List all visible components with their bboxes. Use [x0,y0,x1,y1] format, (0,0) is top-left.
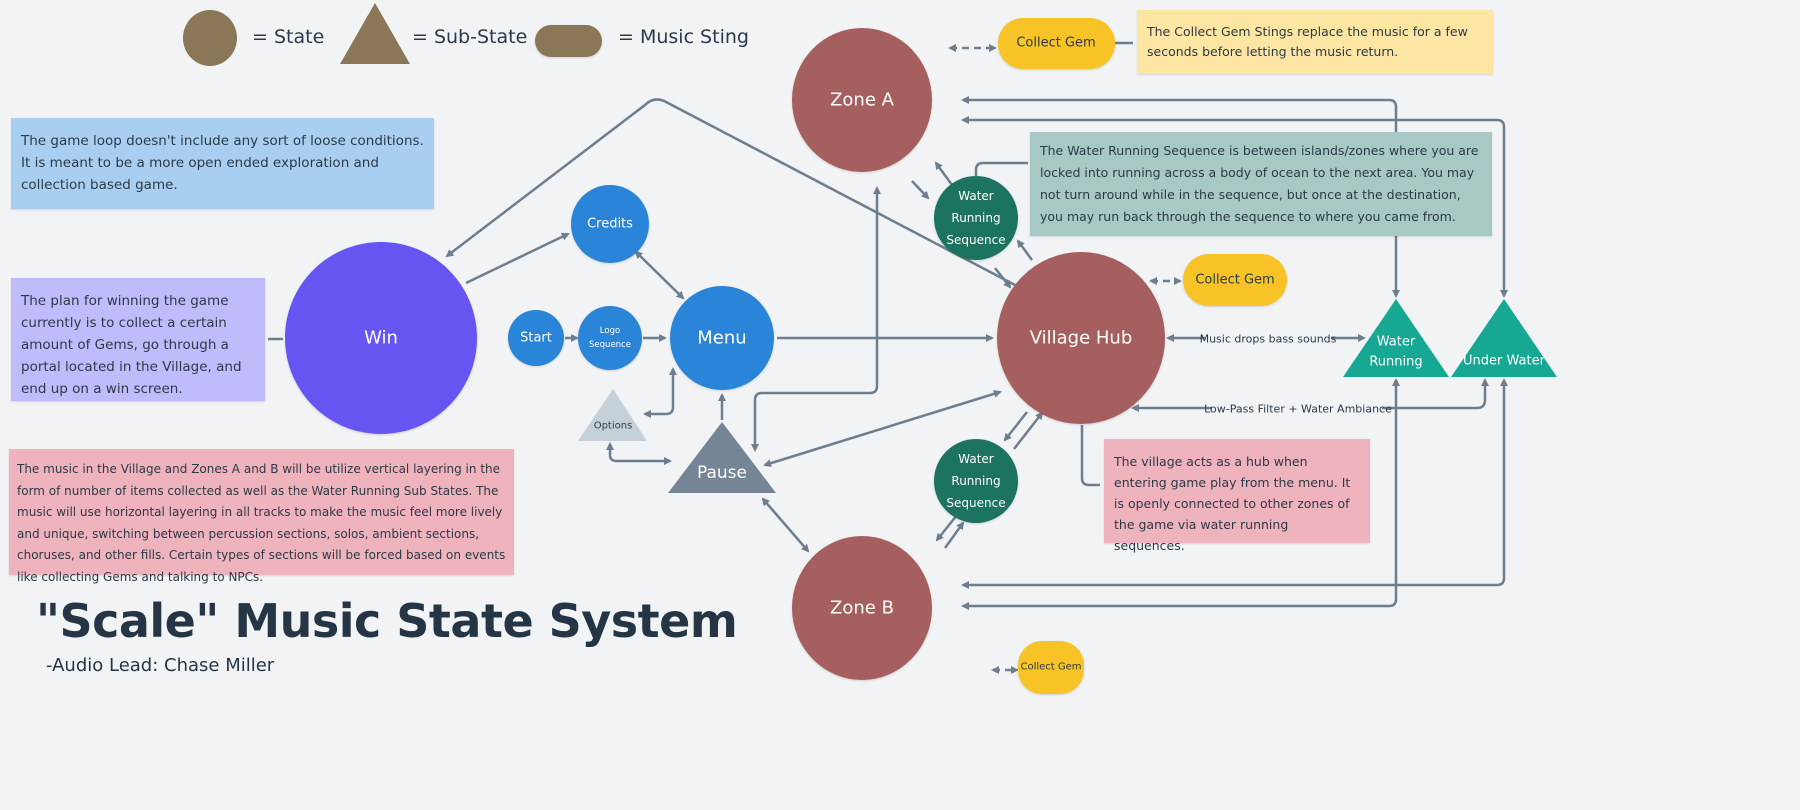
node-wrs-bottom-label-3: Sequence [946,496,1005,510]
node-zone-a-label: Zone A [830,90,895,111]
note-winning: The plan for winning the game currently … [11,278,265,401]
edge-win-credits [465,232,570,285]
node-logo-label-2: Sequence [589,340,631,350]
node-credits-label: Credits [587,217,633,232]
edge-options-menu [643,367,677,418]
note-collect-gem: The Collect Gem Stings replace the music… [1137,10,1493,74]
edge-wrs2-village [1013,411,1044,450]
node-zone-a[interactable]: Zone A [792,28,932,172]
node-collect-gem-zone-b[interactable]: Collect Gem [1018,641,1084,694]
edge-village-win [445,98,1016,287]
edge-wrsnote-wrs [974,161,1028,178]
node-start[interactable]: Start [508,310,564,366]
legend-sting-icon [535,25,602,57]
node-water-running-label-2: Running [1369,355,1422,370]
legend-state-label: = State [252,26,325,48]
node-options[interactable]: Options [578,389,647,441]
node-wrs-top-label-3: Sequence [946,233,1005,247]
node-start-label: Start [520,331,552,346]
node-village-hub[interactable]: Village Hub [997,252,1165,424]
note-layering: The music in the Village and Zones A and… [9,449,514,584]
edge-wrs1-village [994,267,1012,289]
edge-label-lowpass: Low-Pass Filter + Water Ambiance [1204,403,1392,416]
node-under-water-label: Under Water [1463,354,1546,369]
node-win[interactable]: Win [285,242,477,434]
node-collect-gem-village-label: Collect Gem [1195,273,1274,288]
node-pause-label: Pause [697,463,747,483]
node-zone-b-label: Zone B [830,598,894,619]
node-options-label: Options [594,421,633,432]
edge-pause-zoneb [761,497,810,553]
note-game-loop: The game loop doesn't include any sort o… [11,118,434,209]
note-village: The village acts as a hub when entering … [1104,439,1370,553]
edge-label-bass: Music drops bass sounds [1200,333,1337,346]
node-wrs-top-label-2: Running [951,211,1000,225]
node-credits[interactable]: Credits [571,185,649,263]
note-water-running: The Water Running Sequence is between is… [1030,132,1492,236]
node-logo-label-1: Logo [600,326,620,336]
node-menu[interactable]: Menu [670,286,774,390]
node-collect-gem-zone-a-label: Collect Gem [1016,36,1095,51]
page-title: "Scale" Music State System [36,594,738,648]
node-collect-gem-zone-a[interactable]: Collect Gem [998,18,1115,69]
node-wrs-top[interactable]: Water Running Sequence [934,176,1018,260]
legend-sting-label: = Music Sting [618,26,749,48]
node-win-label: Win [364,328,398,349]
node-village-hub-label: Village Hub [1030,328,1133,349]
node-collect-gem-zone-b-label: Collect Gem [1020,662,1081,673]
legend-substate-label: = Sub-State [412,26,528,48]
legend-state-icon [183,10,237,66]
node-zone-b[interactable]: Zone B [792,536,932,680]
node-collect-gem-village[interactable]: Collect Gem [1183,254,1287,306]
edge-village-wrs1 [1016,239,1034,261]
node-pause[interactable]: Pause [668,422,776,493]
edge-credits-menu [634,250,685,300]
edge-wrs1-zonea [934,161,954,186]
edge-zonea-wrs1 [911,180,930,200]
legend-substate-icon [340,3,410,64]
node-menu-label: Menu [697,328,746,349]
node-wrs-top-label-1: Water [958,189,994,203]
node-wrs-bottom-label-1: Water [958,452,994,466]
node-wrs-bottom-label-2: Running [951,474,1000,488]
node-water-running-label-1: Water [1377,335,1416,350]
node-under-water[interactable]: Under Water [1451,299,1557,377]
node-logo-sequence[interactable]: Logo Sequence [578,306,642,370]
edge-options-pause [606,442,672,465]
node-wrs-bottom[interactable]: Water Running Sequence [934,439,1018,523]
page-subtitle: -Audio Lead: Chase Miller [46,655,275,676]
edge-villagenote-village [1080,425,1100,487]
edge-zonea-pause [751,186,881,452]
